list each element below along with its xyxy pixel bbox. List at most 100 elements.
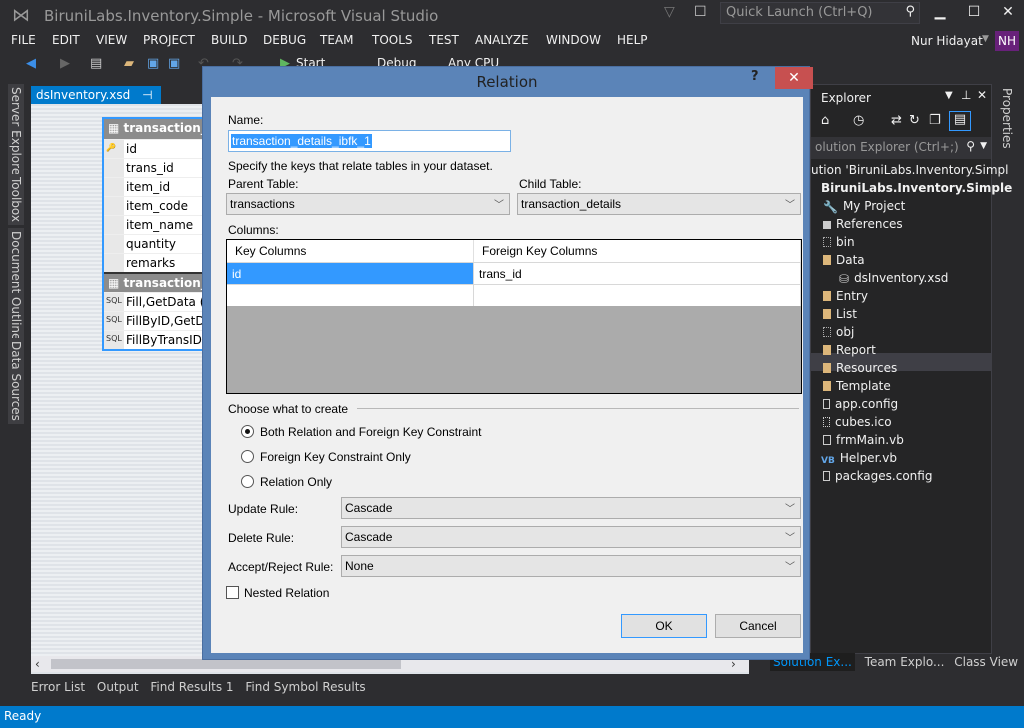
tree-item-packages-config[interactable]: packages.config [823, 469, 932, 483]
quick-launch-input[interactable]: Quick Launch (Ctrl+Q) ⚲ [720, 2, 920, 24]
menu-team[interactable]: TEAM [320, 33, 353, 47]
avatar[interactable]: NH [995, 31, 1019, 51]
document-outline-tab[interactable]: Document Outline [8, 228, 24, 344]
tree-item-entry[interactable]: Entry [823, 289, 868, 303]
document-tab-dsinventory[interactable]: dsInventory.xsd ⊣ ✕ [31, 86, 161, 116]
menu-project[interactable]: PROJECT [143, 33, 195, 47]
tab-team-explorer[interactable]: Team Explo... [865, 655, 945, 669]
menu-file[interactable]: FILE [11, 33, 36, 47]
home-icon[interactable]: ⌂ [821, 113, 829, 128]
tree-item-frmmain[interactable]: frmMain.vb [823, 433, 904, 447]
tab-class-view[interactable]: Class View [954, 655, 1018, 669]
delete-rule-select[interactable]: Cascade ﹀ [341, 526, 801, 548]
sync-icon[interactable]: ⇄ [891, 113, 902, 128]
grid-header-key-columns[interactable]: Key Columns [227, 240, 474, 262]
tree-item-references[interactable]: References [823, 217, 903, 231]
tree-item-app-config[interactable]: app.config [823, 397, 898, 411]
navigate-back-icon[interactable]: ◀ [26, 56, 36, 71]
tab-output[interactable]: Output [97, 680, 139, 694]
parent-table-select[interactable]: transactions ﹀ [226, 193, 510, 215]
radio-relation-only[interactable]: Relation Only [241, 475, 332, 489]
properties-tab[interactable]: Properties [1000, 88, 1014, 149]
tab-find-results-1[interactable]: Find Results 1 [150, 680, 233, 694]
help-button[interactable]: ? [751, 69, 759, 84]
grid-cell-foreign-key[interactable]: trans_id [474, 262, 801, 284]
datatable-transaction-details[interactable]: ▦ transaction_d 🔑 id trans_id item_id ite… [102, 117, 212, 351]
column-row[interactable]: quantity [104, 234, 210, 253]
columns-grid[interactable]: Key Columns Foreign Key Columns id trans… [226, 239, 802, 394]
user-dropdown-icon[interactable]: ▼ [982, 34, 989, 44]
search-options-icon[interactable]: ▼ [980, 141, 987, 151]
tree-item-solution[interactable]: ution 'BiruniLabs.Inventory.Simpl [811, 163, 1008, 177]
tree-item-bin[interactable]: bin [823, 235, 855, 249]
refresh-icon[interactable]: ↻ [909, 113, 920, 128]
history-icon[interactable]: ◷ [853, 113, 864, 128]
tree-item-resources[interactable]: Resources [823, 361, 897, 375]
tree-item-list[interactable]: List [823, 307, 857, 321]
tree-item-cubes-ico[interactable]: cubes.ico [823, 415, 892, 429]
server-explorer-tab[interactable]: Server Explorer [8, 84, 24, 184]
radio-both-relation-fk[interactable]: Both Relation and Foreign Key Constraint [241, 425, 481, 439]
nested-relation-checkbox[interactable] [226, 586, 239, 599]
menu-analyze[interactable]: ANALYZE [475, 33, 529, 47]
scroll-left-icon[interactable]: ‹ [35, 657, 40, 671]
pin-panel-icon[interactable]: ⊥ [961, 88, 971, 102]
column-row[interactable]: trans_id [104, 158, 210, 177]
grid-cell-key[interactable] [227, 284, 474, 306]
column-row[interactable]: remarks [104, 253, 210, 272]
tab-error-list[interactable]: Error List [31, 680, 85, 694]
grid-header-foreign-key-columns[interactable]: Foreign Key Columns [474, 240, 801, 262]
new-project-icon[interactable]: ▤ [90, 56, 102, 71]
query-row[interactable]: SQL Fill,GetData () [104, 292, 210, 311]
close-window-button[interactable]: ✕ [998, 4, 1018, 20]
cancel-button[interactable]: Cancel [715, 614, 801, 638]
child-table-select[interactable]: transaction_details ﹀ [517, 193, 801, 215]
show-all-files-icon[interactable]: ▤ [949, 111, 971, 131]
tree-item-template[interactable]: Template [823, 379, 891, 393]
user-name[interactable]: Nur Hidayat [911, 34, 983, 48]
menu-view[interactable]: VIEW [96, 33, 127, 47]
data-sources-tab[interactable]: Data Sources [8, 338, 24, 424]
tab-find-symbol-results[interactable]: Find Symbol Results [245, 680, 365, 694]
menu-edit[interactable]: EDIT [52, 33, 80, 47]
relation-name-input[interactable]: transaction_details_ibfk_1 [228, 130, 511, 152]
query-row[interactable]: SQL FillByTransID,G [104, 330, 210, 349]
feedback-icon[interactable]: ☐ [694, 4, 707, 20]
column-row[interactable]: 🔑 id [104, 139, 210, 158]
tree-item-helper[interactable]: VB Helper.vb [821, 451, 897, 466]
tree-item-project[interactable]: BiruniLabs.Inventory.Simple [821, 181, 1012, 195]
grid-cell-foreign-key[interactable] [474, 284, 801, 306]
dialog-close-button[interactable]: ✕ [775, 67, 813, 89]
accept-reject-rule-select[interactable]: None ﹀ [341, 555, 801, 577]
pin-tab-icon[interactable]: ⊣ [142, 88, 152, 102]
save-all-icon[interactable]: ▣ [168, 56, 180, 71]
tree-item-obj[interactable]: obj [823, 325, 854, 339]
maximize-button[interactable]: ☐ [964, 4, 984, 20]
menu-test[interactable]: TEST [429, 33, 459, 47]
column-row[interactable]: item_name [104, 215, 210, 234]
nested-relation-label[interactable]: Nested Relation [244, 586, 329, 600]
ok-button[interactable]: OK [621, 614, 707, 638]
menu-debug[interactable]: DEBUG [263, 33, 306, 47]
navigate-forward-icon[interactable]: ▶ [60, 56, 70, 71]
tree-item-dsinventory[interactable]: ⛁ dsInventory.xsd [839, 271, 948, 286]
toolbox-tab[interactable]: Toolbox [8, 174, 24, 225]
solution-search-input[interactable]: olution Explorer (Ctrl+;) ⚲ ▼ [811, 137, 991, 159]
tree-item-report[interactable]: Report [823, 343, 876, 357]
scrollbar-thumb[interactable] [51, 659, 401, 669]
minimize-button[interactable]: ▁ [930, 4, 950, 20]
menu-tools[interactable]: TOOLS [372, 33, 413, 47]
menu-build[interactable]: BUILD [211, 33, 247, 47]
menu-help[interactable]: HELP [617, 33, 648, 47]
radio-fk-only[interactable]: Foreign Key Constraint Only [241, 450, 411, 464]
save-icon[interactable]: ▣ [147, 56, 159, 71]
grid-cell-key[interactable]: id [227, 262, 474, 284]
tree-item-my-project[interactable]: 🔧 My Project [823, 199, 905, 214]
query-row[interactable]: SQL FillByID,GetDat [104, 311, 210, 330]
column-row[interactable]: item_id [104, 177, 210, 196]
column-row[interactable]: item_code [104, 196, 210, 215]
menu-window[interactable]: WINDOW [546, 33, 601, 47]
tree-item-data-folder[interactable]: Data [823, 253, 865, 267]
collapse-all-icon[interactable]: ❐ [929, 113, 941, 128]
close-panel-icon[interactable]: ✕ [977, 88, 987, 102]
